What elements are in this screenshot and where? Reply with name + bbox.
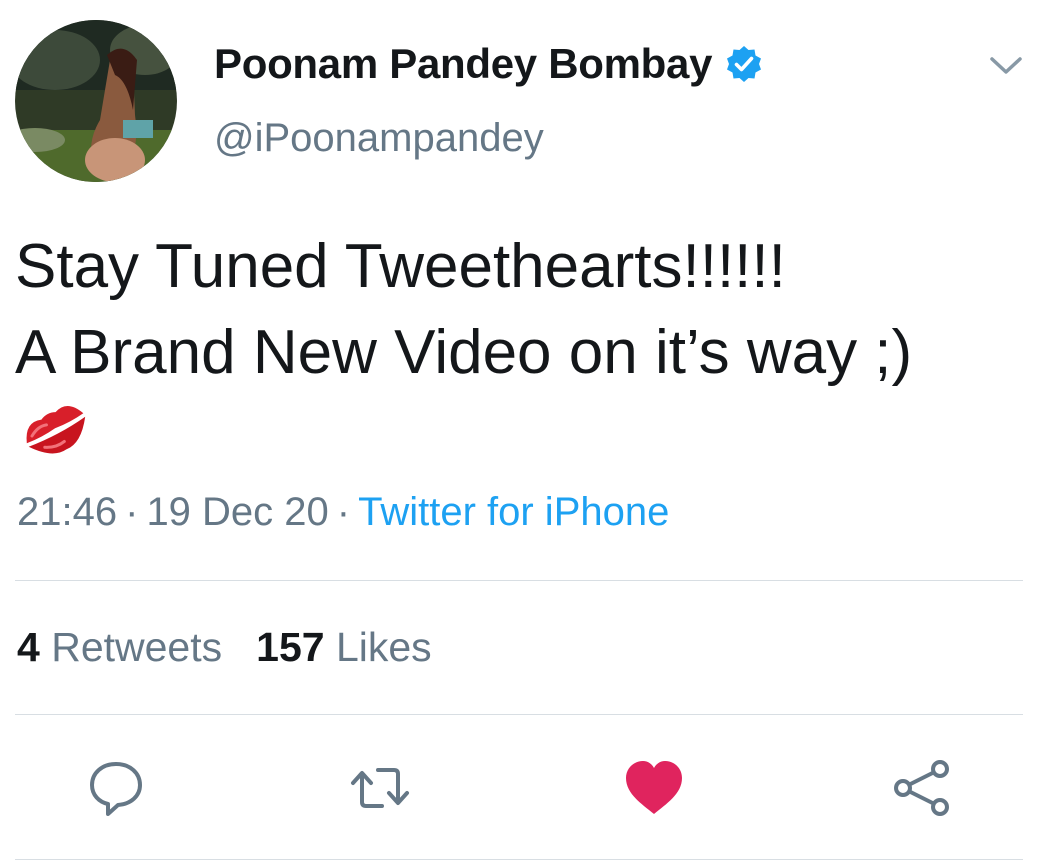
tweet-detail: Poonam Pandey Bombay @iPoonampandey Stay… (0, 0, 1043, 863)
divider (15, 859, 1023, 860)
chevron-down-icon[interactable] (988, 50, 1024, 80)
avatar-photo (15, 20, 177, 182)
reply-icon[interactable] (84, 756, 148, 820)
divider (15, 714, 1023, 715)
retweets-count: 4 (17, 624, 40, 670)
likes-count: 157 (256, 624, 325, 670)
tweet-source-link[interactable]: Twitter for iPhone (358, 490, 669, 534)
tweet-date: 19 Dec 20 (146, 490, 329, 534)
meta-separator: · (336, 490, 351, 534)
tweet-meta: 21:46 · 19 Dec 20 · Twitter for iPhone (17, 490, 669, 535)
heart-icon[interactable] (622, 756, 686, 820)
likes-label: Likes (335, 624, 432, 670)
verified-badge-icon (724, 44, 764, 84)
likes-stat[interactable]: 157 Likes (256, 624, 432, 670)
avatar[interactable] (15, 20, 177, 182)
tweet-time: 21:46 (17, 490, 118, 534)
retweet-icon[interactable] (348, 756, 412, 820)
author-display-name[interactable]: Poonam Pandey Bombay (214, 40, 712, 88)
share-icon[interactable] (890, 756, 954, 820)
tweet-text-line: Stay Tuned Tweethearts!!!!!! (15, 232, 786, 301)
tweet-text-line: A Brand New Video on it’s way ;) (15, 318, 913, 387)
divider (15, 580, 1023, 581)
author-handle[interactable]: @iPoonampandey (214, 116, 544, 161)
tweet-stats: 4 Retweets 157 Likes (17, 624, 432, 671)
kiss-mark-icon (18, 394, 94, 466)
author-name-row[interactable]: Poonam Pandey Bombay (214, 40, 764, 88)
tweet-text: Stay Tuned Tweethearts!!!!!! A Brand New… (15, 224, 912, 396)
retweets-label: Retweets (51, 624, 223, 670)
meta-separator: · (125, 490, 139, 534)
retweets-stat[interactable]: 4 Retweets (17, 624, 222, 670)
